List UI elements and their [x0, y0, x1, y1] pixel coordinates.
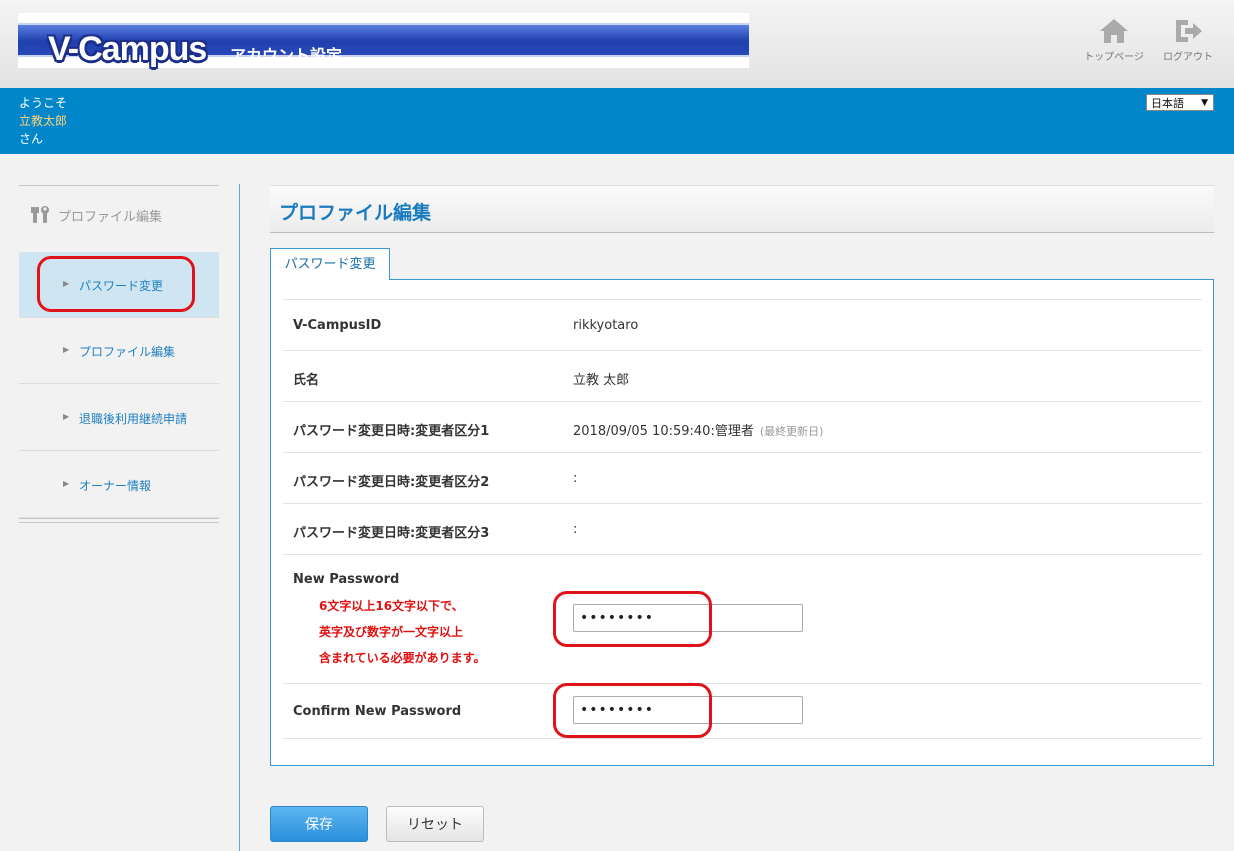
language-value: 日本語 [1151, 97, 1184, 110]
sidebar-item-post-retirement[interactable]: ▶ 退職後利用継続申請 [19, 385, 219, 451]
page-title: プロファイル編集 [279, 202, 432, 224]
top-page-button[interactable]: トップページ [1082, 18, 1146, 63]
field-label: パスワード変更日時:変更者区分2 [293, 475, 490, 490]
row-password-change-2: パスワード変更日時:変更者区分2 : [283, 452, 1202, 503]
last-updated-note: (最終更新日) [759, 425, 824, 438]
confirm-password-input[interactable] [573, 696, 803, 724]
row-full-name: 氏名 立教 太郎 [283, 350, 1202, 401]
greeting-suffix: さん [19, 132, 44, 146]
logo-text: V-Campus [48, 30, 207, 68]
logout-icon [1176, 20, 1202, 42]
triangle-right-icon: ▶ [63, 345, 70, 354]
field-value: 2018/09/05 10:59:40:管理者 (最終更新日) [573, 420, 823, 439]
logo-subtitle: アカウント設定 [230, 46, 343, 65]
field-label: V-CampusID [293, 318, 382, 333]
field-value: 立教 太郎 [573, 373, 630, 388]
triangle-right-icon: ▶ [63, 279, 70, 288]
vertical-divider [239, 184, 240, 851]
triangle-right-icon: ▶ [63, 479, 70, 488]
home-icon [1100, 19, 1128, 43]
triangle-right-icon: ▶ [63, 412, 70, 421]
sidebar-item-label: 退職後利用継続申請 [79, 412, 188, 426]
tab-password-change[interactable]: パスワード変更 [270, 248, 390, 280]
language-select[interactable]: 日本語 ▼ [1146, 94, 1214, 111]
page-title-box: プロファイル編集 [270, 185, 1214, 233]
save-button[interactable]: 保存 [270, 806, 368, 842]
sidebar-item-owner-info[interactable]: ▶ オーナー情報 [19, 452, 219, 518]
top-page-label: トップページ [1084, 52, 1144, 63]
field-label: 氏名 [293, 373, 320, 388]
greeting: ようこそ [19, 96, 68, 110]
field-label: Confirm New Password [293, 704, 462, 719]
dropdown-arrow-icon: ▼ [1201, 98, 1208, 108]
new-password-input[interactable] [573, 604, 803, 632]
field-value: rikkyotaro [573, 318, 639, 333]
password-hint: 6文字以上16文字以下で、 英字及び数字が一文字以上 含まれている必要があります… [319, 593, 485, 671]
user-bar: ようこそ 立教太郎 さん 日本語 ▼ [0, 88, 1234, 154]
row-vcampus-id: V-CampusID rikkyotaro [283, 299, 1202, 350]
user-name: 立教太郎 [19, 114, 68, 128]
field-label: New Password [293, 572, 400, 587]
sidebar-item-label: オーナー情報 [79, 479, 152, 493]
sidebar-divider [19, 518, 219, 523]
sidebar-item-password-change[interactable]: ▶ パスワード変更 [19, 252, 219, 318]
row-confirm-password: Confirm New Password [283, 683, 1202, 739]
field-value-text: 2018/09/05 10:59:40:管理者 [573, 424, 754, 439]
welcome-text: ようこそ 立教太郎 さん [19, 94, 67, 148]
sidebar-item-label: パスワード変更 [79, 279, 164, 293]
sidebar-item-label: プロファイル編集 [79, 345, 176, 359]
sidebar-divider [19, 185, 219, 186]
sidebar-heading-label: プロファイル編集 [58, 209, 163, 225]
hint-line: 含まれている必要があります。 [319, 651, 486, 665]
sidebar-item-profile-edit[interactable]: ▶ プロファイル編集 [19, 318, 219, 384]
hint-line: 英字及び数字が一文字以上 [319, 625, 464, 639]
field-label: パスワード変更日時:変更者区分3 [293, 526, 490, 541]
field-value: : [573, 522, 578, 537]
sidebar-heading: プロファイル編集 [30, 205, 162, 225]
form-panel: V-CampusID rikkyotaro 氏名 立教 太郎 パスワード変更日時… [270, 279, 1214, 766]
field-value: : [573, 471, 578, 486]
logo-banner[interactable]: V-Campus アカウント設定 [18, 13, 749, 68]
reset-button[interactable]: リセット [386, 806, 484, 842]
hint-line: 6文字以上16文字以下で、 [319, 599, 464, 613]
row-password-change-3: パスワード変更日時:変更者区分3 : [283, 503, 1202, 554]
logout-button[interactable]: ログアウト [1156, 18, 1220, 63]
row-password-change-1: パスワード変更日時:変更者区分1 2018/09/05 10:59:40:管理者… [283, 401, 1202, 452]
row-new-password: New Password 6文字以上16文字以下で、 英字及び数字が一文字以上 … [283, 554, 1202, 683]
field-label: パスワード変更日時:変更者区分1 [293, 424, 490, 439]
logout-label: ログアウト [1163, 52, 1213, 63]
logo-bar: V-Campus アカウント設定 [18, 23, 749, 68]
tools-icon [31, 206, 49, 223]
header: V-Campus アカウント設定 トップページ ログアウト [0, 0, 1234, 88]
